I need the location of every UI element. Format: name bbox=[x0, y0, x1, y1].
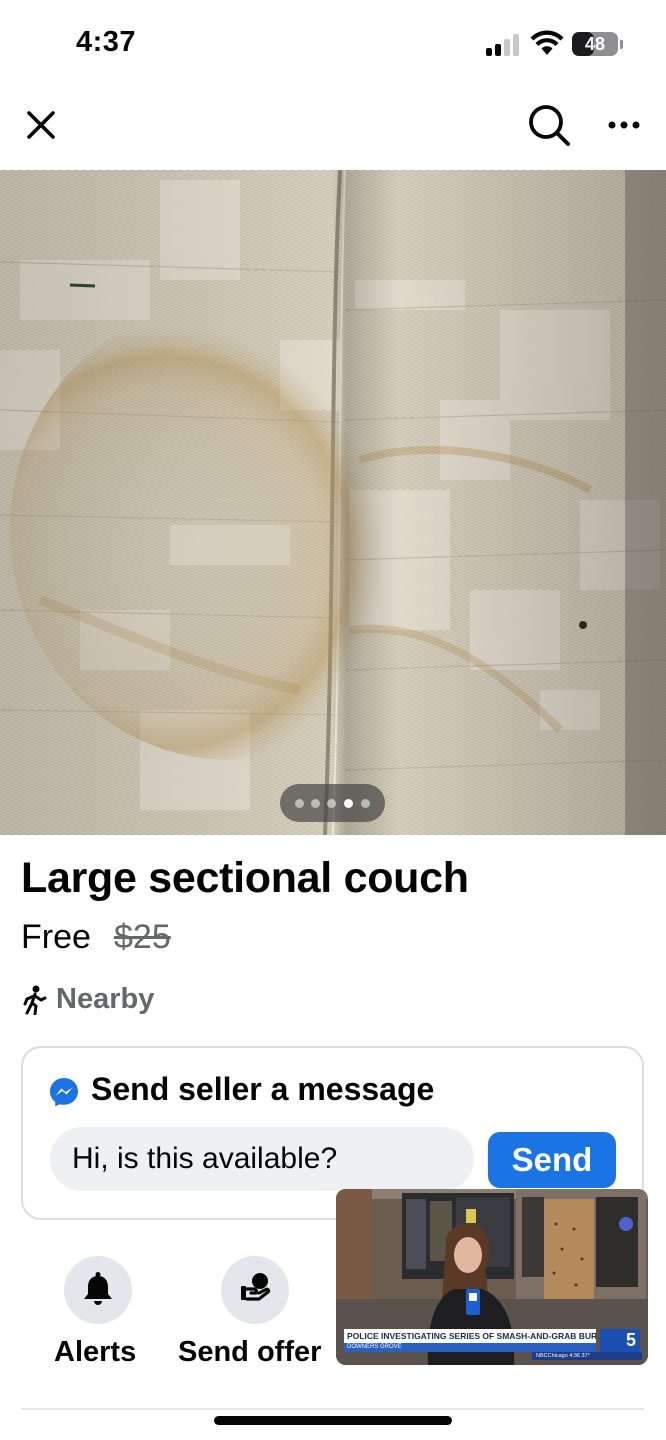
more-options-icon[interactable] bbox=[604, 110, 644, 140]
status-bar: 4:37 48 bbox=[0, 0, 666, 88]
alerts-button[interactable] bbox=[64, 1256, 132, 1324]
listing-original-price: $25 bbox=[114, 918, 171, 956]
search-icon[interactable] bbox=[526, 102, 572, 148]
close-icon[interactable] bbox=[20, 104, 62, 146]
pager-dot bbox=[327, 799, 336, 808]
pager-dot bbox=[311, 799, 320, 808]
nbc-channel-logo: 5 bbox=[600, 1329, 640, 1352]
news-ticker: NBCChicago 4:36 37° bbox=[532, 1352, 642, 1360]
listing-distance: Nearby bbox=[56, 983, 155, 1015]
bottom-divider bbox=[21, 1408, 644, 1410]
walking-person-icon bbox=[23, 985, 47, 1015]
news-chyron: POLICE INVESTIGATING SERIES OF SMASH-AND… bbox=[344, 1329, 596, 1343]
news-location: DOWNERS GROVE bbox=[344, 1343, 596, 1352]
send-button[interactable]: Send bbox=[488, 1132, 616, 1188]
message-card-title: Send seller a message bbox=[91, 1071, 435, 1107]
cellular-signal-icon bbox=[486, 34, 520, 56]
messenger-icon bbox=[50, 1078, 78, 1107]
alerts-label: Alerts bbox=[54, 1336, 137, 1368]
photo-pager[interactable] bbox=[280, 784, 385, 822]
bell-icon bbox=[84, 1272, 112, 1305]
home-indicator[interactable] bbox=[214, 1416, 452, 1425]
pager-dot bbox=[361, 799, 370, 808]
battery-icon: 48 bbox=[572, 32, 618, 56]
battery-level: 48 bbox=[584, 34, 606, 54]
listing-photo[interactable] bbox=[0, 170, 666, 835]
pip-video-player[interactable]: POLICE INVESTIGATING SERIES OF SMASH-AND… bbox=[336, 1189, 648, 1365]
send-offer-label: Send offer bbox=[178, 1336, 322, 1368]
message-input[interactable] bbox=[50, 1127, 474, 1191]
wifi-icon bbox=[530, 30, 564, 55]
pager-dot bbox=[295, 799, 304, 808]
couch-fabric-image bbox=[0, 170, 666, 835]
status-time: 4:37 bbox=[76, 26, 137, 58]
send-offer-button[interactable] bbox=[221, 1256, 289, 1324]
battery-cap bbox=[620, 40, 623, 49]
listing-price: Free bbox=[21, 918, 91, 956]
listing-title: Large sectional couch bbox=[21, 854, 469, 902]
send-offer-icon bbox=[241, 1273, 271, 1301]
pager-dot-active bbox=[344, 799, 353, 808]
